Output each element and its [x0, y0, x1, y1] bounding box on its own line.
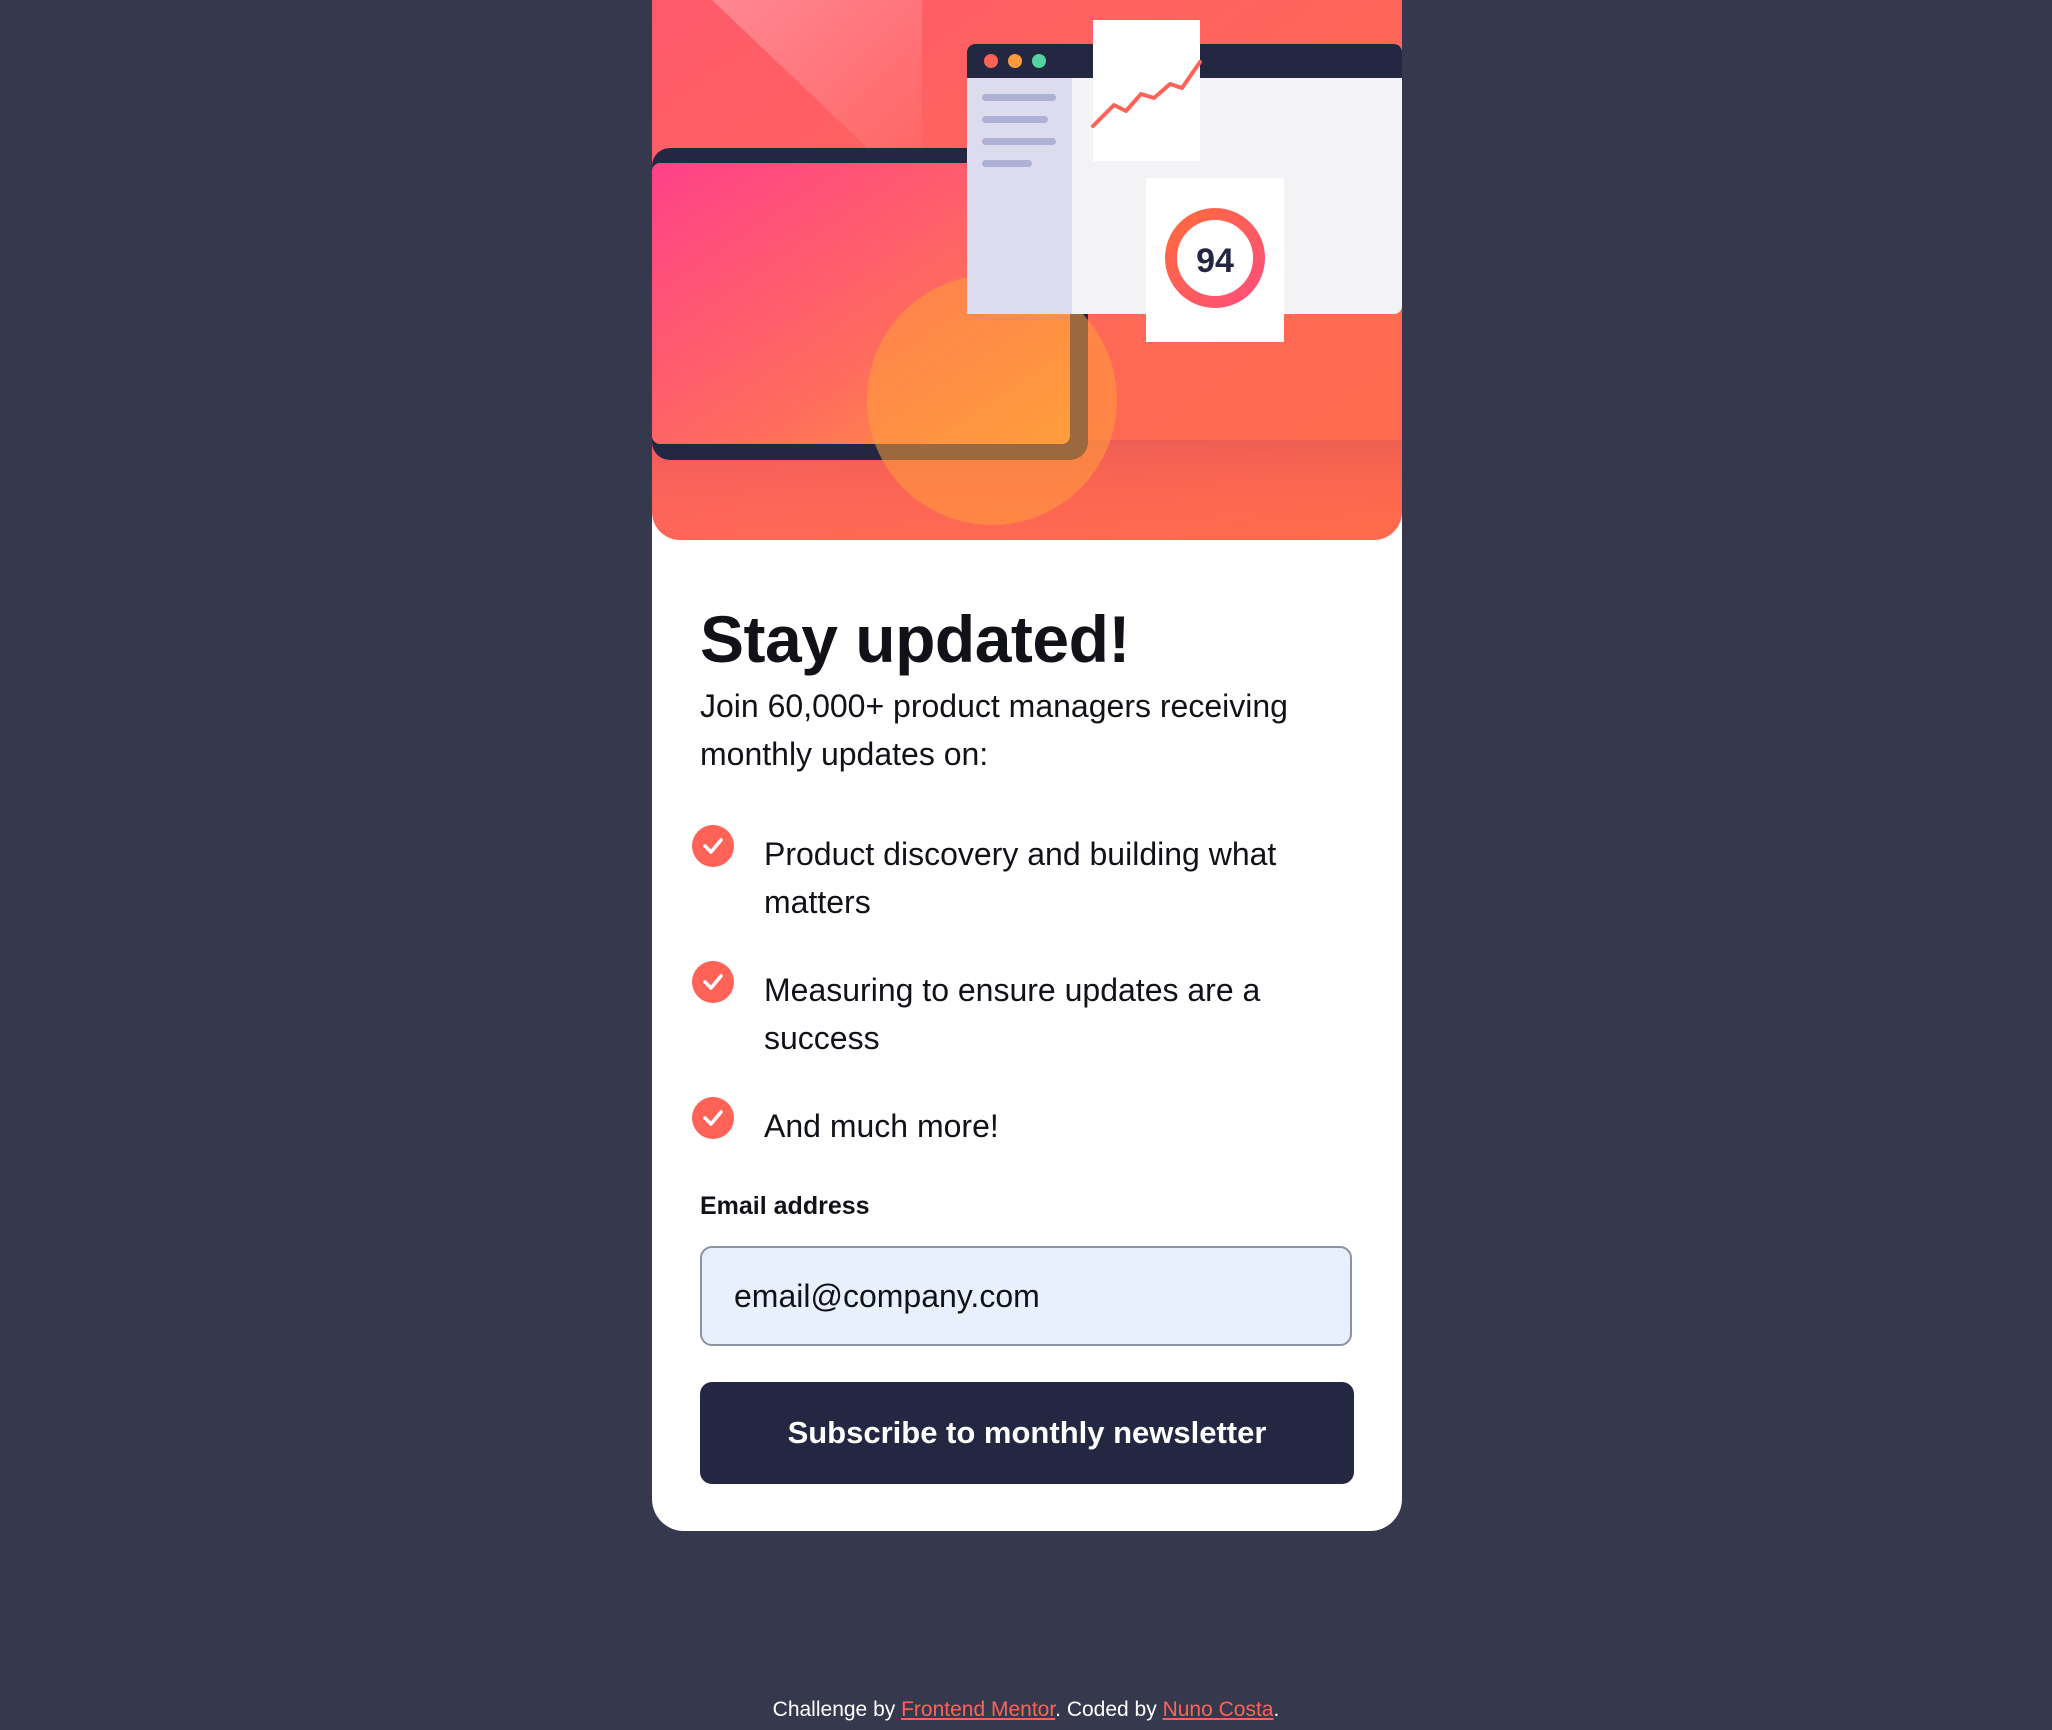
feature-text: And much more!: [764, 1108, 999, 1144]
attribution-prefix: Challenge by: [772, 1698, 902, 1721]
dashboard-illustration: 94: [652, 0, 1402, 540]
intro-text: Join 60,000+ product managers receiving …: [700, 688, 1288, 772]
author-link[interactable]: Nuno Costa: [1163, 1698, 1274, 1721]
check-circle-icon: [692, 1097, 734, 1139]
email-label: Email address: [700, 1192, 870, 1220]
attribution-suffix: .: [1273, 1698, 1280, 1721]
page-title: Stay updated!: [700, 602, 1130, 676]
list-item: And much more!: [692, 1097, 1354, 1150]
feature-list: Product discovery and building what matt…: [692, 825, 1354, 1190]
list-item: Measuring to ensure updates are a succes…: [692, 961, 1354, 1062]
check-circle-icon: [692, 961, 734, 1003]
list-item: Product discovery and building what matt…: [692, 825, 1354, 926]
attribution-middle: . Coded by: [1055, 1698, 1163, 1721]
subscribe-button[interactable]: Subscribe to monthly newsletter: [700, 1382, 1354, 1484]
check-circle-icon: [692, 825, 734, 867]
feature-text: Product discovery and building what matt…: [764, 836, 1277, 920]
email-field[interactable]: [700, 1246, 1352, 1346]
attribution: Challenge by Frontend Mentor. Coded by N…: [0, 1697, 2052, 1722]
frontend-mentor-link[interactable]: Frontend Mentor: [901, 1698, 1055, 1721]
feature-text: Measuring to ensure updates are a succes…: [764, 972, 1261, 1056]
hero-illustration: 94: [652, 0, 1402, 540]
score-label: 94: [1196, 242, 1234, 280]
newsletter-card: 94 Stay updated! Join 60,000+ product ma…: [652, 0, 1402, 1531]
